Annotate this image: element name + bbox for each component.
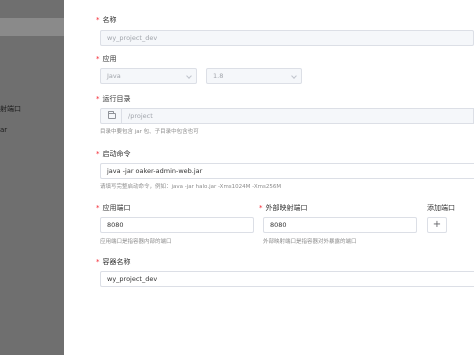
name-input[interactable]: wy_project_dev [100,30,474,46]
app-select[interactable]: Java [100,68,197,84]
command-input[interactable]: java -jar oaker-admin-web.jar [100,163,474,179]
ext-port-input[interactable]: 8080 [263,217,417,233]
workdir-prefix [100,108,122,124]
chevron-down-icon [186,73,192,79]
app-port-input[interactable]: 8080 [100,217,254,233]
backdrop-text-1: 射端口 [0,105,21,113]
name-label: * 名称 [96,16,117,24]
app-select-value: Java [107,72,121,80]
command-label: * 启动命令 [96,150,131,158]
chevron-down-icon [291,73,297,79]
app-label: * 应用 [96,55,117,63]
workdir-label: * 运行目录 [96,95,131,103]
version-select-value: 1.8 [213,72,224,80]
modal-backdrop[interactable]: 射端口 ar [0,0,64,355]
ext-port-label: * 外部映射端口 [259,204,308,212]
app-port-label: * 应用端口 [96,204,131,212]
version-select[interactable]: 1.8 [206,68,302,84]
backdrop-text-2: ar [0,126,8,134]
workdir-input[interactable]: /project [122,108,474,124]
workdir-help: 目录中要包含 jar 包、子目录中包含也可 [100,129,199,135]
container-label: * 容器名称 [96,258,131,266]
ext-port-help: 外部映射端口是指容器对外暴露的端口 [263,239,357,245]
add-port-label: 添加端口 [427,204,455,212]
folder-icon [108,111,116,119]
backdrop-highlight-row [0,18,64,36]
command-help: 请填写完整启动命令，例如：java -jar halo.jar -Xms1024… [100,184,282,190]
container-input[interactable]: wy_project_dev [100,271,474,287]
add-port-button[interactable]: + [427,217,447,233]
app-port-help: 应用端口是指容器内部的端口 [100,239,172,245]
